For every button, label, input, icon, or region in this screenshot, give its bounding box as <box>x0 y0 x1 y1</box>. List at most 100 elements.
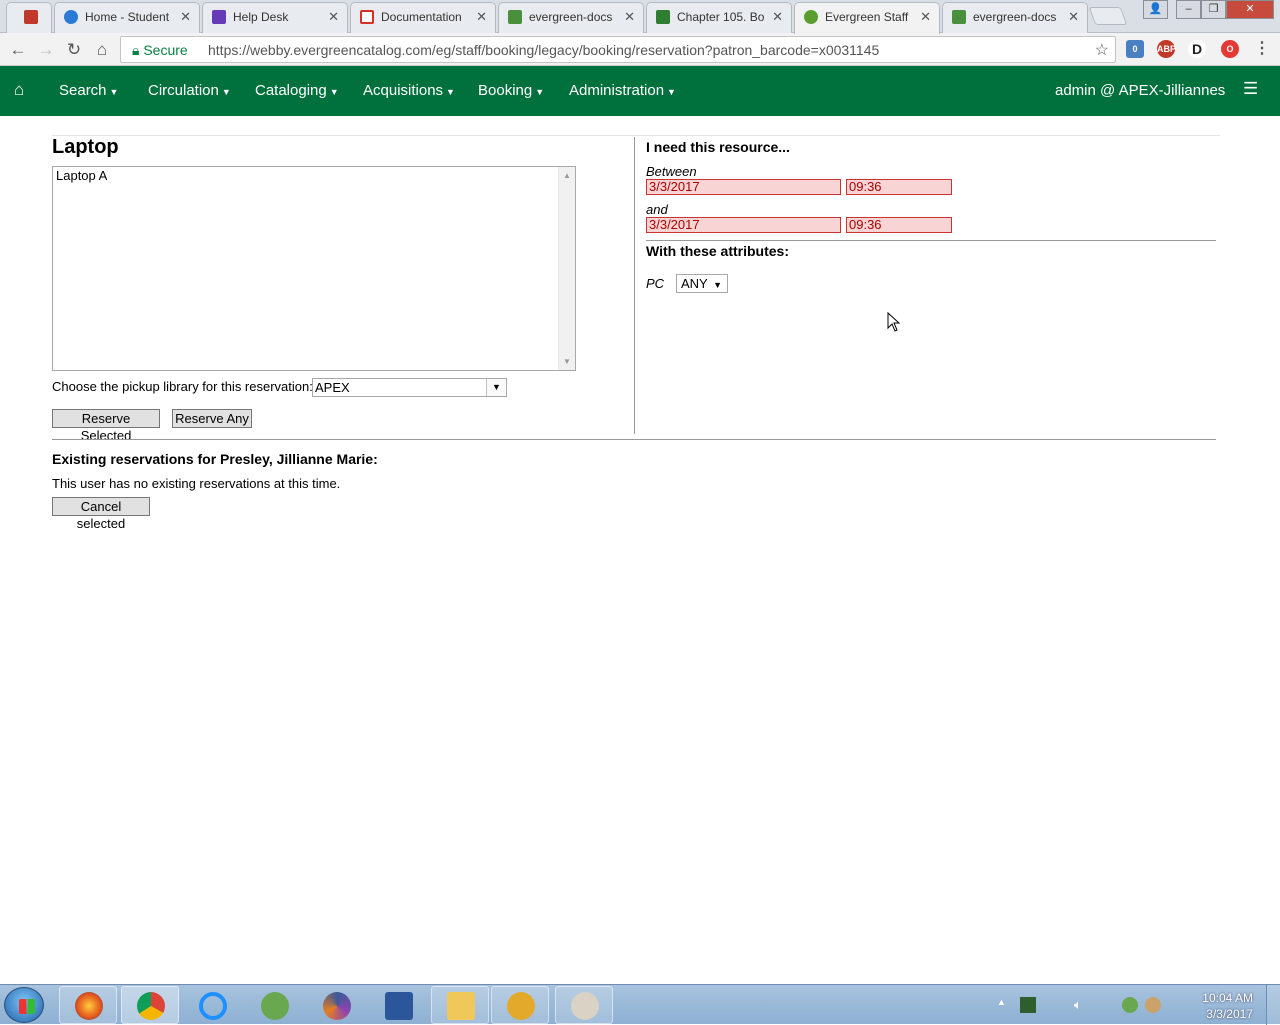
browser-tab-strip: Home - Student ✕ Help Desk ✕ Documentati… <box>0 0 1280 34</box>
taskbar-chrome[interactable] <box>121 986 179 1024</box>
mouse-cursor-icon <box>887 312 901 332</box>
end-date-input[interactable]: 3/3/2017 <box>646 217 841 233</box>
close-icon[interactable]: ✕ <box>920 9 931 25</box>
resource-list[interactable]: Laptop A ▲ ▼ <box>52 166 576 371</box>
home-icon[interactable]: ⌂ <box>14 80 24 100</box>
caret-down-icon: ▼ <box>535 87 545 97</box>
back-icon[interactable]: ← <box>6 38 30 62</box>
nav-administration-label: Administration <box>569 82 665 99</box>
windows-logo-icon <box>19 999 35 1014</box>
nav-booking[interactable]: Booking ▼ <box>478 82 544 99</box>
start-time-input[interactable]: 09:36 <box>846 179 952 195</box>
tab-evergreen-docs[interactable]: evergreen-docs ✕ <box>498 2 644 33</box>
taskbar-firefox[interactable] <box>59 986 117 1024</box>
secure-indicator[interactable]: 🔒︎ Secure <box>132 42 188 59</box>
adblock-icon[interactable]: ABP <box>1157 40 1176 58</box>
between-label: Between <box>646 164 697 179</box>
url-text[interactable]: https://webby.evergreencatalog.com/eg/st… <box>208 42 879 58</box>
tab-title: evergreen-docs <box>529 10 613 24</box>
taskbar-ie[interactable] <box>183 986 241 1024</box>
list-item[interactable]: Laptop A <box>53 167 575 184</box>
volume-icon[interactable]: 🔈︎ <box>1074 997 1090 1013</box>
home-icon[interactable]: ⌂ <box>90 38 114 62</box>
browser-toolbar: ← → ↻ ⌂ 🔒︎ Secure https://webby.evergree… <box>0 33 1280 66</box>
new-tab-button[interactable] <box>1088 7 1128 25</box>
extension-icon[interactable]: 0 <box>1126 40 1144 58</box>
cancel-selected-button[interactable]: Cancel selected <box>52 497 150 531</box>
ie-icon <box>199 992 227 1020</box>
end-time-input[interactable]: 09:36 <box>846 217 952 233</box>
nav-cataloging-label: Cataloging <box>255 82 327 99</box>
dropdown-arrow-icon[interactable]: ▼ <box>486 379 506 396</box>
tab-help-desk[interactable]: Help Desk ✕ <box>202 2 348 33</box>
taskbar-paint[interactable] <box>555 986 613 1024</box>
restore-icon[interactable]: ❐ <box>1201 0 1226 19</box>
close-icon[interactable]: ✕ <box>1068 9 1079 25</box>
reload-icon[interactable]: ↻ <box>62 38 86 62</box>
explorer-icon <box>447 992 475 1020</box>
close-icon[interactable]: ✕ <box>476 9 487 25</box>
tray-settings-icon[interactable] <box>1122 997 1138 1013</box>
menu-kebab-icon[interactable]: ⋮ <box>1253 40 1271 58</box>
top-divider <box>52 135 1220 136</box>
section-divider <box>52 439 1216 440</box>
dashlane-icon[interactable]: D <box>1188 40 1206 58</box>
nav-circulation[interactable]: Circulation ▼ <box>148 82 231 99</box>
start-button[interactable] <box>4 987 44 1023</box>
tray-monkey-icon[interactable] <box>1145 997 1161 1013</box>
bookmark-star-icon[interactable]: ☆ <box>1095 40 1109 60</box>
taskbar-spiral[interactable] <box>307 986 365 1024</box>
tab-title: Evergreen Staff <box>825 10 909 24</box>
nav-booking-label: Booking <box>478 82 533 99</box>
tab-evergreen-staff[interactable]: Evergreen Staff ✕ <box>794 2 940 34</box>
tab-pinned[interactable] <box>6 2 52 33</box>
column-divider <box>634 137 635 434</box>
nav-search-label: Search <box>59 82 107 99</box>
tab-home-student[interactable]: Home - Student ✕ <box>54 2 200 33</box>
nav-search[interactable]: Search ▼ <box>59 82 118 99</box>
taskbar-word[interactable] <box>369 986 427 1024</box>
tab-title: Home - Student <box>85 10 170 24</box>
reserve-any-button[interactable]: Reserve Any <box>172 409 252 428</box>
tab-title: Chapter 105. Bo <box>677 10 765 24</box>
show-hidden-icons-icon[interactable]: ▲ <box>997 997 1013 1013</box>
close-icon[interactable]: ✕ <box>328 9 339 25</box>
form-icon <box>212 10 226 24</box>
tab-documentation[interactable]: Documentation ✕ <box>350 2 496 33</box>
user-menu[interactable]: admin @ APEX-Jilliannes <box>1055 82 1225 99</box>
profile-icon[interactable]: 👤 <box>1143 0 1168 19</box>
close-icon[interactable]: ✕ <box>772 9 783 25</box>
taskbar-frog[interactable] <box>245 986 303 1024</box>
tray-app-icon[interactable] <box>1020 997 1036 1013</box>
gift-icon <box>24 10 38 24</box>
forward-icon[interactable]: → <box>34 38 58 62</box>
show-desktop-button[interactable] <box>1266 985 1280 1025</box>
tab-chapter-105[interactable]: Chapter 105. Bo ✕ <box>646 2 792 33</box>
scrollbar[interactable]: ▲ ▼ <box>558 167 575 370</box>
taskbar-clock[interactable]: 10:04 AM 3/3/2017 <box>1202 990 1253 1022</box>
pc-attribute-select[interactable]: ANY ▼ <box>676 274 728 293</box>
nav-acquisitions[interactable]: Acquisitions ▼ <box>363 82 455 99</box>
opera-icon[interactable]: O <box>1221 40 1239 58</box>
start-date-input[interactable]: 3/3/2017 <box>646 179 841 195</box>
minimize-icon[interactable]: – <box>1176 0 1201 19</box>
attributes-divider <box>646 240 1216 241</box>
caret-down-icon: ▼ <box>667 87 676 97</box>
scroll-down-icon[interactable]: ▼ <box>563 357 571 366</box>
taskbar-explorer[interactable] <box>431 986 489 1024</box>
close-icon[interactable]: ✕ <box>624 9 635 25</box>
nav-administration[interactable]: Administration ▼ <box>569 82 676 99</box>
address-bar[interactable]: 🔒︎ Secure https://webby.evergreencatalog… <box>120 36 1116 63</box>
window-close-icon[interactable]: ✕ <box>1226 0 1274 19</box>
scroll-up-icon[interactable]: ▲ <box>563 171 571 180</box>
tab-title: Help Desk <box>233 10 289 24</box>
taskbar-evergreen[interactable] <box>491 986 549 1024</box>
close-icon[interactable]: ✕ <box>180 9 191 25</box>
chrome-icon <box>137 992 165 1020</box>
tab-evergreen-docs-2[interactable]: evergreen-docs ✕ <box>942 2 1088 33</box>
list-menu-icon[interactable]: ☰ <box>1243 79 1258 99</box>
reserve-selected-button[interactable]: Reserve Selected <box>52 409 160 443</box>
tab-title: evergreen-docs <box>973 10 1057 24</box>
pickup-library-select[interactable]: APEX ▼ <box>312 378 507 397</box>
nav-cataloging[interactable]: Cataloging ▼ <box>255 82 339 99</box>
